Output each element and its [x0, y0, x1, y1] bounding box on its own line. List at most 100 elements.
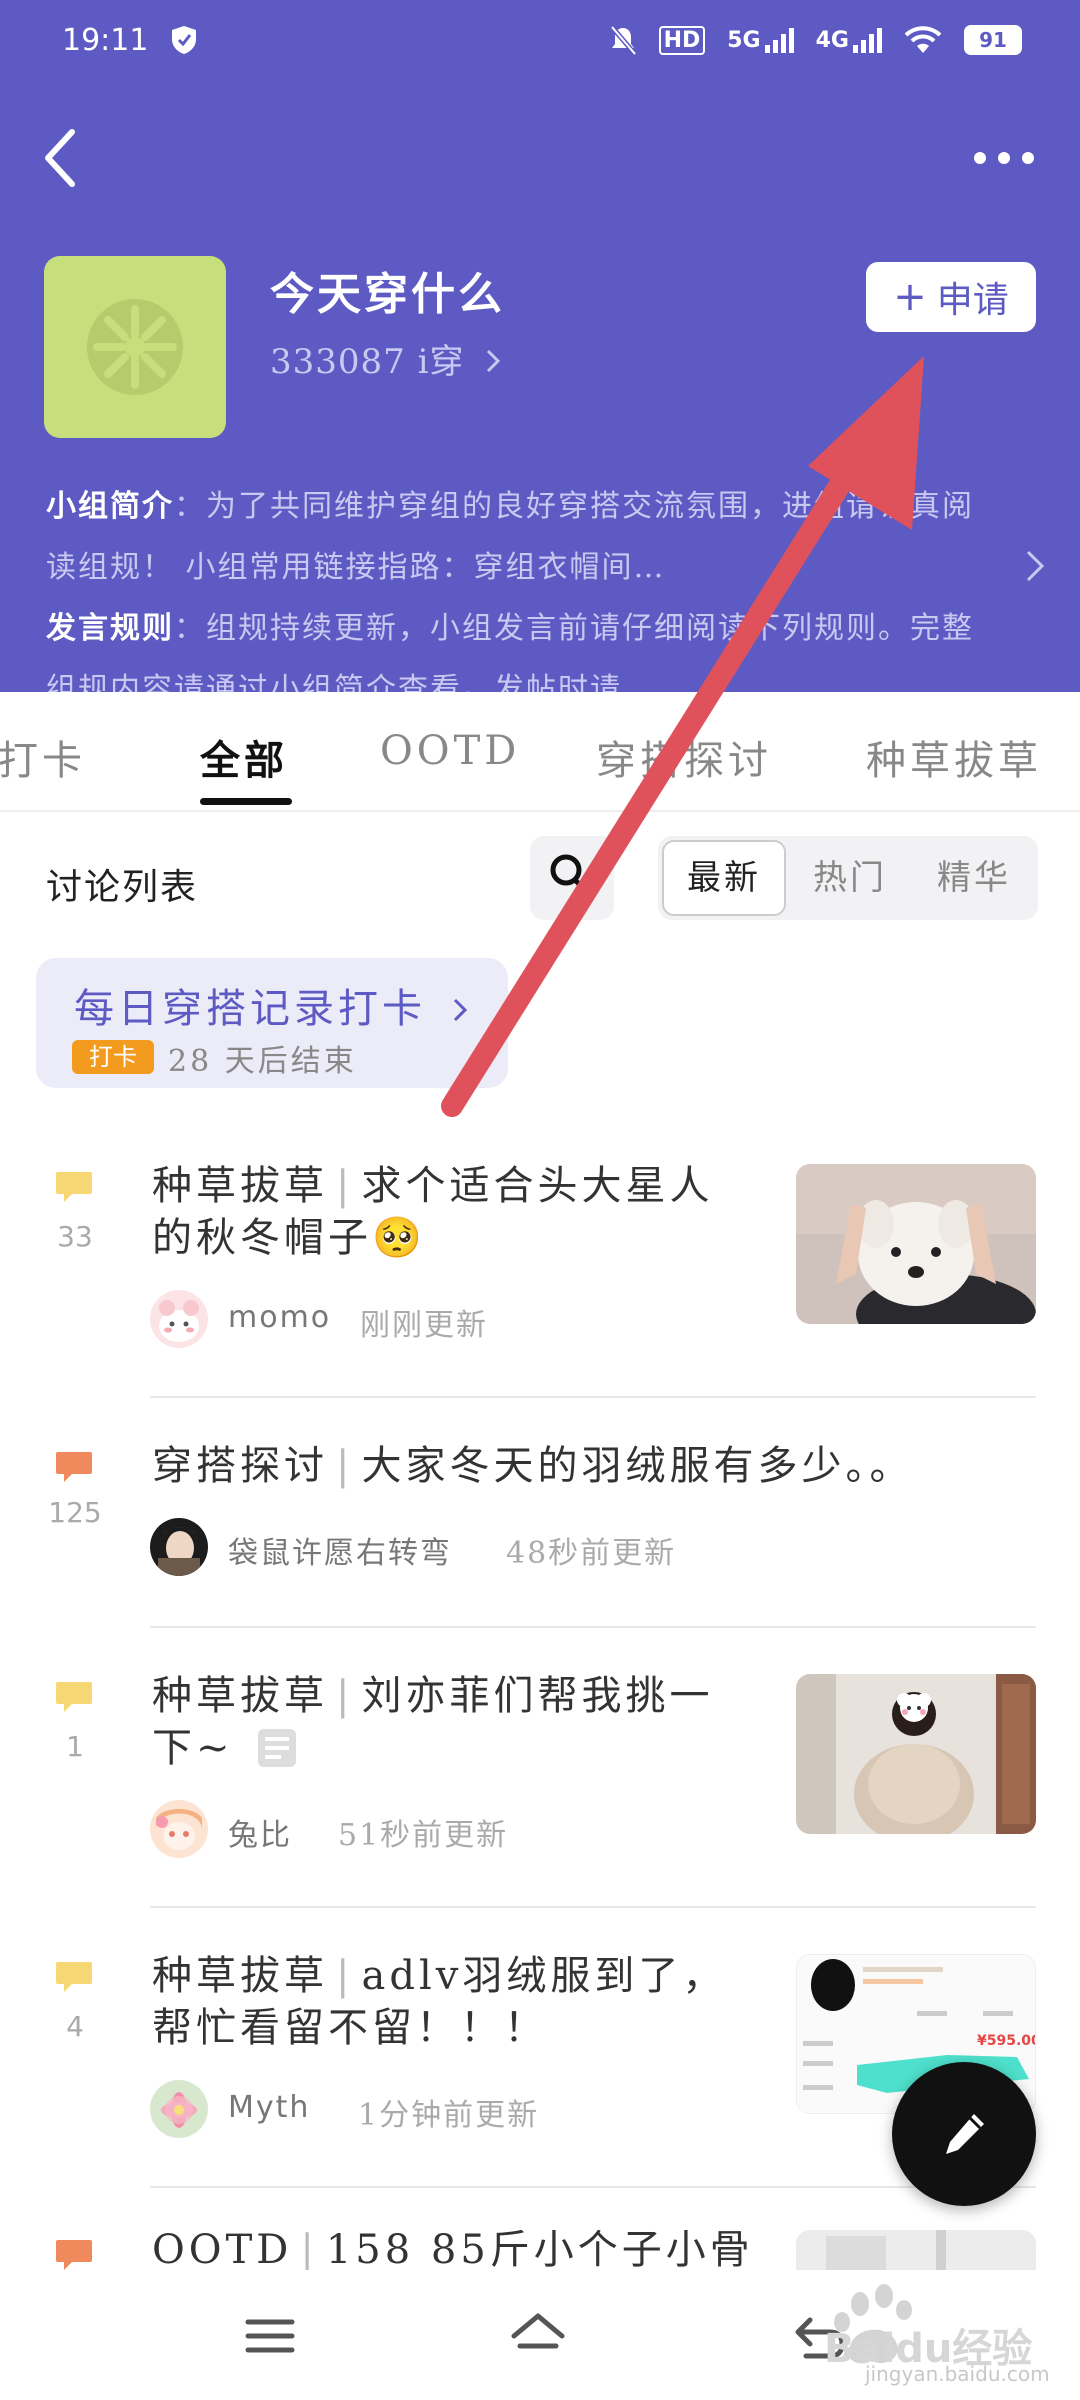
post-author: 袋鼠许愿右转弯 [228, 1536, 452, 1571]
search-button[interactable] [530, 836, 614, 920]
plus-icon: + [893, 274, 927, 320]
post-thumbnail[interactable] [796, 1674, 1036, 1834]
reply-count: 4 [66, 2010, 84, 2043]
mute-icon [609, 25, 637, 56]
hd-indicator: HD [658, 25, 706, 55]
chevron-right-icon [487, 349, 501, 373]
avatar[interactable] [150, 1290, 208, 1348]
post-item[interactable]: OOTD | 158 85斤小个子小骨 [0, 2230, 1080, 2270]
network-5g: 5G [727, 27, 794, 53]
post-title: 种草拔草 | 刘亦菲们帮我挑一下~ [152, 1670, 752, 1774]
status-bar: 19:11 HD 5G 4G 91 [0, 0, 1080, 80]
outfit-photo [796, 1674, 1036, 1834]
avatar-image [150, 2080, 208, 2138]
post-title: OOTD | 158 85斤小个子小骨 [152, 2230, 752, 2270]
more-options-button[interactable] [964, 138, 1044, 178]
signal-icon [853, 27, 882, 53]
signal-icon [764, 27, 794, 53]
sort-latest[interactable]: 最新 [662, 840, 786, 916]
pen-icon [946, 2114, 984, 2154]
back-button[interactable] [30, 118, 94, 198]
tab-checkin[interactable]: 打卡 [0, 728, 86, 786]
document-icon [258, 1729, 297, 1767]
reply-count: 1 [66, 1730, 84, 1763]
intro-line-1: 小组简介：为了共同维护穿组的良好穿搭交流氛围，进组请认真阅读组规！ 小组常用链接… [46, 476, 986, 598]
divider [150, 1906, 1036, 1908]
apply-join-button[interactable]: + 申请 [866, 262, 1036, 332]
group-header: 19:11 HD 5G 4G 91 今天穿什么 333087 i穿 + 申请 小… [0, 0, 1080, 707]
tab-recommend[interactable]: 种草拔草 [866, 728, 1042, 786]
chevron-right-icon[interactable] [1022, 546, 1050, 586]
group-logo-icon [87, 299, 183, 395]
divider [150, 1396, 1036, 1398]
group-avatar[interactable] [44, 256, 226, 438]
shield-icon [172, 26, 197, 54]
sort-toggle: 最新 热门 精华 [658, 836, 1038, 920]
reply-count: 33 [57, 1220, 93, 1253]
post-title-text: 大家冬天的羽绒服有多少。。 [361, 1443, 914, 1489]
status-time: 19:11 [62, 22, 149, 58]
post-thumbnail[interactable] [796, 1164, 1036, 1324]
sort-hot[interactable]: 热门 [788, 836, 912, 920]
post-category: 种草拔草 [152, 1163, 328, 1209]
separator: | [336, 1163, 354, 1209]
post-thumbnail[interactable] [796, 2230, 1036, 2270]
avatar-image [150, 1800, 208, 1858]
checkin-title: 每日穿搭记录打卡 [74, 976, 469, 1034]
post-category: OOTD [152, 2230, 293, 2270]
post-author: Myth [228, 2090, 311, 2125]
member-count[interactable]: 333087 i穿 [270, 334, 502, 383]
comment-bubble-icon [56, 2240, 92, 2270]
dot-icon [1022, 152, 1034, 164]
post-title: 种草拔草 | 求个适合头大星人的秋冬帽子🥺 [152, 1160, 752, 1264]
avatar-image [150, 1518, 208, 1576]
separator: | [336, 1953, 354, 1999]
separator: | [300, 2230, 318, 2270]
sort-featured[interactable]: 精华 [912, 836, 1036, 920]
wifi-icon [904, 26, 942, 53]
post-author: momo [228, 1300, 332, 1335]
comment-bubble-icon [56, 1172, 92, 1202]
post-category: 种草拔草 [152, 1673, 328, 1719]
apply-label: 申请 [936, 280, 1009, 321]
checkin-end-time: 28 天后结束 [168, 1044, 357, 1079]
menu-icon[interactable] [240, 2306, 300, 2366]
avatar[interactable] [150, 1518, 208, 1576]
separator: | [336, 1443, 354, 1489]
home-icon[interactable] [508, 2306, 568, 2366]
avatar[interactable] [150, 1800, 208, 1858]
checkin-title-text: 每日穿搭记录打卡 [74, 986, 426, 1032]
tab-ootd[interactable]: OOTD [380, 728, 520, 774]
post-author: 兔比 [228, 1818, 292, 1853]
group-intro[interactable]: 小组简介：为了共同维护穿组的良好穿搭交流氛围，进组请认真阅读组规！ 小组常用链接… [46, 476, 986, 720]
tab-outfit-discussion[interactable]: 穿搭探讨 [596, 728, 772, 786]
post-title-text: 158 85斤小个子小骨 [325, 2230, 754, 2270]
tab-all[interactable]: 全部 [200, 728, 288, 786]
avatar[interactable] [150, 2080, 208, 2138]
post-title: 种草拔草 | adlv羽绒服到了，帮忙看留不留！！！ [152, 1950, 752, 2054]
network-5g-label: 5G [727, 28, 761, 53]
watermark-url: jingyan.baidu.com [865, 2362, 1050, 2386]
battery-indicator: 91 [964, 25, 1022, 55]
post-title: 穿搭探讨 | 大家冬天的羽绒服有多少。。 [152, 1440, 1052, 1492]
post-category: 穿搭探讨 [152, 1443, 328, 1489]
status-indicators: HD 5G 4G 91 [609, 24, 1022, 56]
intro-label: 小组简介 [46, 489, 174, 524]
category-tabs: 打卡 全部 OOTD 穿搭探讨 种草拔草 [0, 692, 1080, 812]
compose-post-button[interactable] [892, 2062, 1036, 2206]
network-4g-label: 4G [815, 28, 849, 53]
active-tab-indicator [200, 798, 292, 805]
divider [150, 1626, 1036, 1628]
post-time: 51秒前更新 [338, 1818, 509, 1853]
room-photo [796, 2230, 1036, 2270]
avatar-image [150, 1290, 208, 1348]
dot-icon [998, 152, 1010, 164]
intro-text: ：为了共同维护穿组的良好穿搭交流氛围，进组请认真阅读组规！ 小组常用链接指路：穿… [46, 489, 974, 585]
thumbnail-price: ¥595.00 [977, 2033, 1036, 2049]
member-count-label: 333087 i穿 [270, 342, 465, 382]
checkin-card[interactable]: 每日穿搭记录打卡 打卡 28 天后结束 [36, 958, 508, 1088]
post-time: 1分钟前更新 [358, 2098, 540, 2133]
dot-icon [974, 152, 986, 164]
divider [150, 2186, 1036, 2188]
reply-count: 125 [48, 1496, 102, 1529]
